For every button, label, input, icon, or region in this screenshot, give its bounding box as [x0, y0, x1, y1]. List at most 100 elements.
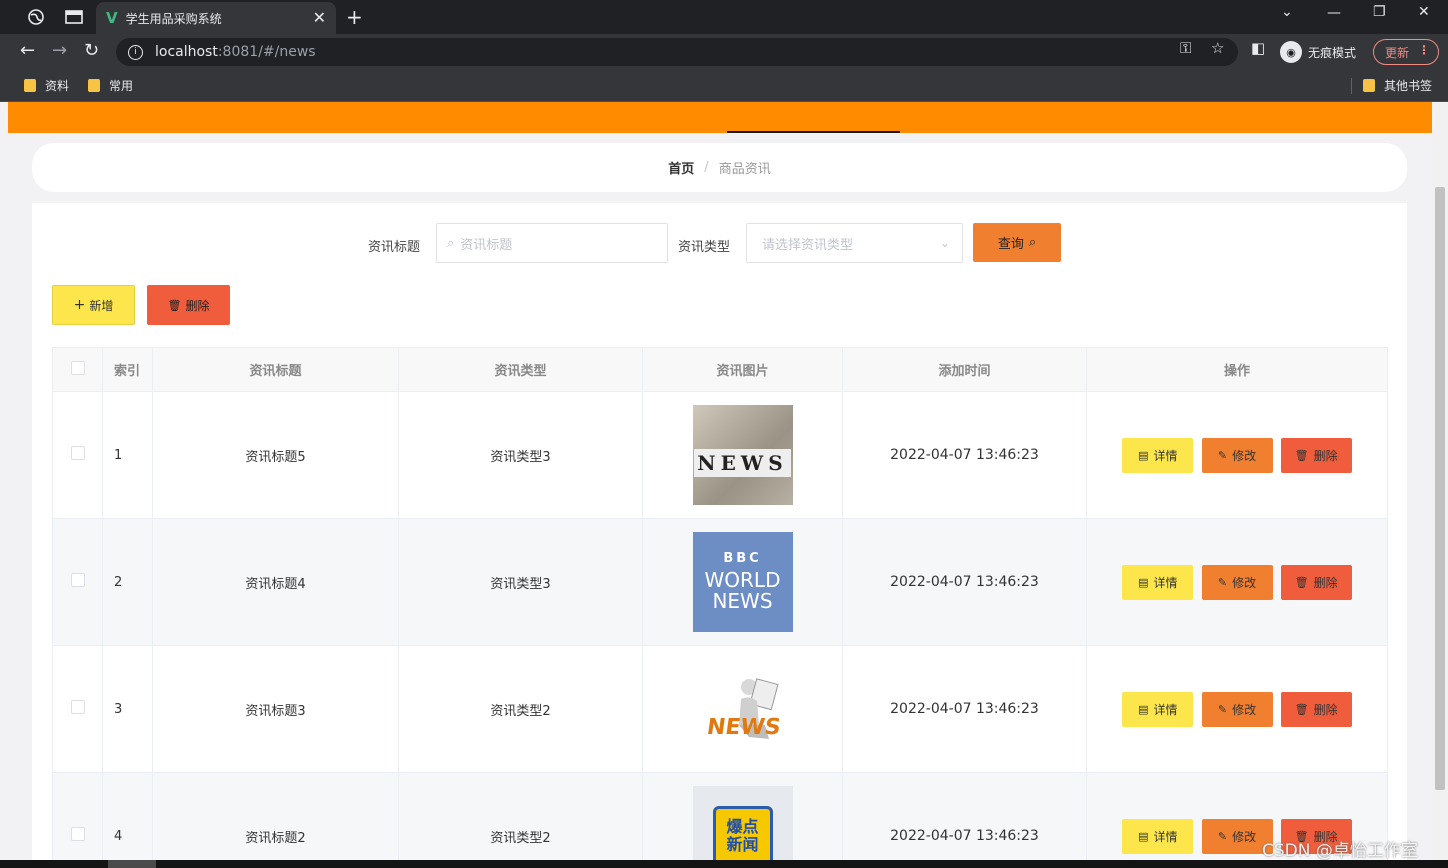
row-checkbox[interactable]	[70, 446, 85, 460]
table-row: 4 资讯标题2 资讯类型2 爆点 新闻 2022-04-07 13:46:23 …	[52, 772, 1388, 860]
row-checkbox[interactable]	[70, 827, 85, 841]
breadcrumb-separator: /	[704, 160, 709, 175]
table-row: 2 资讯标题4 资讯类型3 BBC WORLD NEWS 2022-04-07 …	[52, 518, 1388, 646]
row-image-cell: BBC WORLD NEWS	[642, 518, 843, 646]
title-search-input[interactable]: ⌕ 资讯标题	[436, 223, 668, 263]
news-blocks-graphic: NEWS	[694, 449, 791, 477]
row-select-cell	[52, 772, 103, 860]
row-type: 资讯类型2	[398, 645, 643, 773]
bookmark-folder-ziliao[interactable]: 资料	[24, 77, 69, 94]
header-image: 资讯图片	[642, 347, 843, 392]
chevron-down-icon[interactable]: ⌄	[1281, 4, 1293, 20]
site-info-icon[interactable]: i	[128, 44, 143, 60]
news-image[interactable]: 爆点 新闻	[692, 786, 793, 860]
edit-label: 修改	[1232, 829, 1257, 844]
edit-button[interactable]: ✎ 修改	[1201, 437, 1273, 473]
minimize-icon[interactable]: —	[1327, 5, 1341, 21]
edit-label: 修改	[1232, 702, 1257, 717]
row-checkbox[interactable]	[70, 573, 85, 587]
row-index: 1	[102, 391, 153, 519]
edit-label: 修改	[1232, 448, 1257, 463]
news-image[interactable]: BBC WORLD NEWS	[692, 532, 793, 632]
detail-button[interactable]: ▤ 详情	[1122, 691, 1194, 727]
side-panel-icon[interactable]: ◧	[1251, 39, 1265, 57]
delete-button[interactable]: 🗑 删除	[1280, 691, 1352, 727]
delete-button[interactable]: 🗑 删除	[1280, 437, 1352, 473]
table-row: 3 资讯标题3 资讯类型2 NEWS 2022-04-07 13:46:23 ▤…	[52, 645, 1388, 773]
detail-button[interactable]: ▤ 详情	[1122, 437, 1194, 473]
pencil-icon: ✎	[1217, 448, 1228, 462]
edit-button[interactable]: ✎ 修改	[1201, 691, 1273, 727]
tab-window-icon[interactable]	[64, 7, 84, 27]
url-field[interactable]: i localhost:8081/#/news	[116, 38, 1238, 66]
delete-button[interactable]: 🗑 删除	[1280, 564, 1352, 600]
news-figure-text: NEWS	[704, 715, 782, 740]
pencil-icon: ✎	[1217, 702, 1228, 716]
detail-button[interactable]: ▤ 详情	[1122, 564, 1194, 600]
incognito-indicator[interactable]: ◉ 无痕模式	[1280, 39, 1356, 65]
update-button[interactable]: 更新 ⋮	[1373, 39, 1439, 65]
delete-label: 删除	[1313, 702, 1338, 717]
row-actions: ▤ 详情 ✎ 修改 🗑 删除	[1086, 645, 1388, 773]
header-index: 索引	[102, 347, 153, 392]
detail-label: 详情	[1153, 829, 1178, 844]
query-label: 查询	[997, 237, 1024, 252]
type-select[interactable]: 请选择资讯类型 ⌄	[746, 223, 963, 263]
page-scrollbar[interactable]	[1432, 102, 1448, 862]
add-button[interactable]: + 新增	[52, 285, 135, 325]
trash-icon: 🗑	[1294, 702, 1309, 716]
vue-logo-icon: V	[106, 9, 118, 27]
title-search-label: 资讯标题	[368, 240, 421, 255]
globe-icon[interactable]	[26, 7, 46, 27]
other-bookmarks[interactable]: 其他书签	[1363, 77, 1432, 94]
table-row: 1 资讯标题5 资讯类型3 NEWS 2022-04-07 13:46:23 ▤…	[52, 391, 1388, 519]
more-menu-icon[interactable]: ⋮	[1418, 43, 1430, 57]
select-all-checkbox[interactable]	[70, 360, 85, 375]
scrollbar-thumb[interactable]	[1435, 187, 1445, 790]
detail-label: 详情	[1153, 575, 1178, 590]
header-type: 资讯类型	[398, 347, 643, 392]
other-bookmarks-label: 其他书签	[1384, 79, 1433, 93]
close-tab-icon[interactable]: ✕	[313, 8, 326, 27]
horizontal-scrollbar[interactable]	[0, 860, 1448, 868]
horizontal-scroll-thumb[interactable]	[108, 860, 156, 868]
pencil-icon: ✎	[1217, 829, 1228, 843]
row-title: 资讯标题3	[152, 645, 399, 773]
delete-label: 删除	[1313, 448, 1338, 463]
detail-button[interactable]: ▤ 详情	[1122, 818, 1194, 854]
news-image[interactable]: NEWS	[692, 659, 793, 759]
add-label: 新增	[89, 298, 114, 313]
watermark: CSDN @卓怡工作室	[1262, 841, 1418, 861]
row-time: 2022-04-07 13:46:23	[842, 391, 1087, 519]
bbc-world-text: WORLD	[704, 567, 781, 592]
star-icon[interactable]: ☆	[1211, 39, 1224, 57]
query-button[interactable]: 查询 ⌕	[973, 223, 1061, 262]
forward-icon[interactable]: →	[52, 40, 67, 61]
key-icon[interactable]: ⚿	[1180, 39, 1191, 57]
row-actions: ▤ 详情 ✎ 修改 🗑 删除	[1086, 391, 1388, 519]
row-type: 资讯类型2	[398, 772, 643, 860]
breadcrumb: 首页 / 商品资讯	[32, 143, 1407, 192]
back-icon[interactable]: ←	[20, 40, 35, 61]
new-tab-icon[interactable]: +	[346, 5, 363, 29]
reload-icon[interactable]: ↻	[84, 40, 99, 61]
restore-icon[interactable]: ❐	[1373, 4, 1386, 20]
row-time: 2022-04-07 13:46:23	[842, 518, 1087, 646]
bookmark-label: 资料	[45, 79, 70, 93]
header-actions: 操作	[1086, 347, 1388, 392]
trash-icon: 🗑	[1294, 575, 1309, 589]
incognito-label: 无痕模式	[1308, 45, 1357, 60]
edit-button[interactable]: ✎ 修改	[1201, 564, 1273, 600]
table-header-row: 索引 资讯标题 资讯类型 资讯图片 添加时间 操作	[52, 347, 1388, 392]
bookmark-folder-changyong[interactable]: 常用	[88, 77, 133, 94]
close-window-icon[interactable]: ✕	[1418, 4, 1430, 20]
row-checkbox[interactable]	[70, 700, 85, 714]
news-image[interactable]: NEWS	[692, 405, 793, 505]
address-bar: ← → ↻ i localhost:8081/#/news ⚿ ☆ ◧ ◉ 无痕…	[0, 34, 1448, 70]
batch-delete-button[interactable]: 🗑 删除	[147, 285, 230, 325]
breadcrumb-home[interactable]: 首页	[668, 158, 694, 177]
folder-icon	[88, 79, 100, 92]
update-label: 更新	[1385, 45, 1410, 60]
active-tab[interactable]: V 学生用品采购系统 ✕	[96, 2, 336, 34]
row-select-cell	[52, 518, 103, 646]
